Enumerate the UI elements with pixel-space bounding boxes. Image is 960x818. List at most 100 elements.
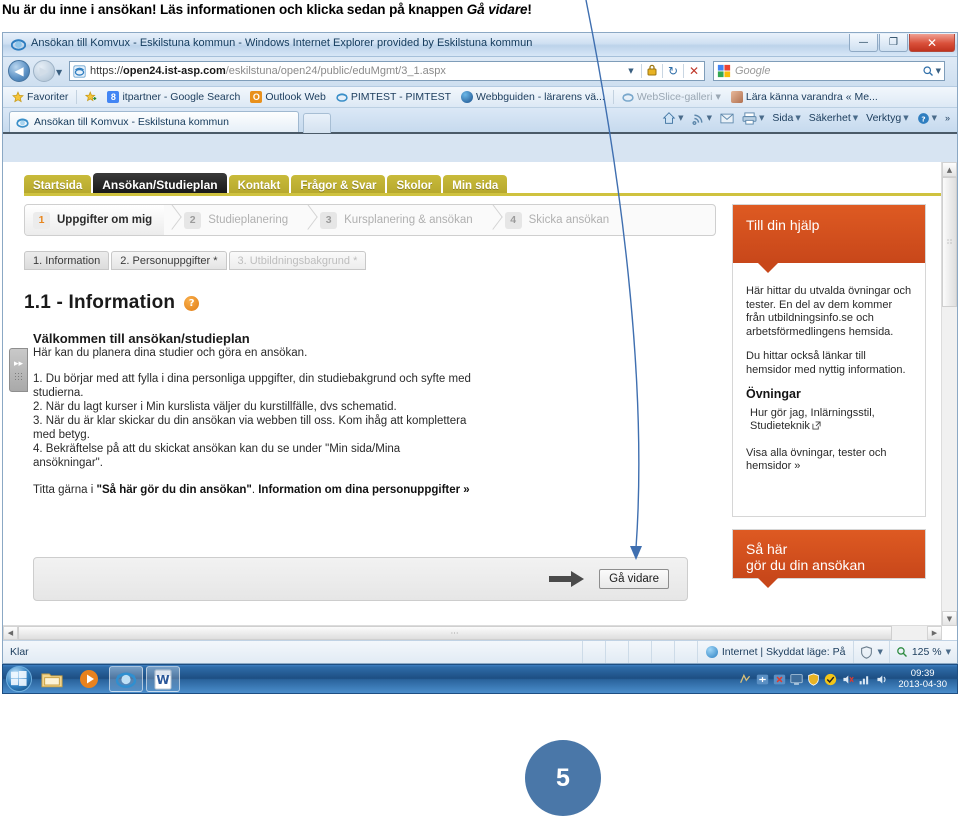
favorites-button[interactable]: Favoriter bbox=[7, 91, 73, 103]
home-button[interactable]: ▼ bbox=[659, 110, 686, 126]
all-exercises-link[interactable]: Visa alla övningar, tester och hemsidor … bbox=[746, 447, 913, 474]
feeds-button[interactable]: ▼ bbox=[689, 111, 715, 126]
add-favorite-button[interactable] bbox=[80, 91, 102, 103]
print-icon bbox=[742, 111, 757, 125]
recent-pages-caret-icon[interactable]: ▼ bbox=[56, 68, 62, 77]
chevron-down-icon[interactable]: ▼ bbox=[946, 648, 951, 656]
search-box[interactable]: Google ▼ bbox=[713, 61, 945, 81]
chevron-down-icon[interactable]: ▼ bbox=[759, 114, 764, 122]
wizard-step-4[interactable]: 4 Skicka ansökan bbox=[497, 205, 622, 235]
tray-sound-icon[interactable] bbox=[875, 673, 888, 686]
chevron-right-icon: ▶ bbox=[931, 629, 938, 637]
browser-title-bar: Ansökan till Komvux - Eskilstuna kommun … bbox=[3, 33, 957, 57]
horizontal-scrollbar[interactable]: ◀ ⋯ ▶ bbox=[3, 625, 942, 640]
tray-volume-mute-icon[interactable] bbox=[841, 673, 855, 686]
url-path: /eskilstuna/open24/public/eduMgmt/3_1.as… bbox=[225, 65, 446, 77]
globe-icon bbox=[705, 646, 718, 658]
tray-shield-icon[interactable] bbox=[807, 672, 820, 686]
tray-norton-icon[interactable] bbox=[824, 673, 837, 686]
favorite-item-2[interactable]: PIMTEST - PIMTEST bbox=[331, 91, 456, 103]
overflow-button[interactable]: » bbox=[942, 112, 953, 124]
search-icon[interactable] bbox=[922, 65, 934, 77]
step-item: 4. Bekräftelse på att du skickat ansökan… bbox=[33, 443, 401, 469]
sidebar-collapse-handle[interactable]: ▸▸ bbox=[9, 348, 28, 392]
tab-information[interactable]: 1. Information bbox=[24, 251, 110, 270]
chevron-down-icon[interactable]: ▼ bbox=[795, 114, 800, 122]
search-input[interactable]: Google bbox=[735, 65, 770, 77]
chevron-down-icon[interactable]: ▼ bbox=[707, 114, 712, 122]
page-menu[interactable]: Sida ▼ bbox=[769, 111, 803, 125]
forward-arrow-icon: ▶ bbox=[39, 64, 49, 78]
howto-panel[interactable]: Så här gör du din ansökan bbox=[732, 529, 926, 588]
wizard-step-3[interactable]: 3 Kursplanering & ansökan bbox=[312, 205, 485, 235]
favorite-item-5[interactable]: Lära känna varandra « Me... bbox=[726, 91, 883, 103]
sub-tab-bar: 1. Information 2. Personuppgifter * 3. U… bbox=[24, 251, 716, 270]
search-dropdown-icon[interactable]: ▼ bbox=[936, 67, 941, 75]
tab-personuppgifter[interactable]: 2. Personuppgifter * bbox=[111, 251, 227, 270]
mail-icon bbox=[720, 113, 734, 123]
taskbar-clock[interactable]: 09:39 2013-04-30 bbox=[892, 668, 953, 690]
security-lock-icon[interactable] bbox=[642, 64, 662, 79]
start-button[interactable] bbox=[6, 666, 32, 692]
taskbar-explorer[interactable] bbox=[35, 666, 69, 692]
welcome-subtext: Här kan du planera dina studier och göra… bbox=[33, 347, 308, 359]
taskbar-media-player[interactable] bbox=[72, 666, 106, 692]
tray-flag-icon[interactable] bbox=[739, 673, 752, 686]
tray-monitor-icon[interactable] bbox=[790, 673, 803, 686]
wizard-step-1[interactable]: 1 Uppgifter om mig bbox=[25, 205, 165, 235]
security-menu[interactable]: Säkerhet ▼ bbox=[806, 111, 861, 125]
forward-button[interactable]: ▶ bbox=[33, 60, 55, 82]
scroll-up-button[interactable]: ▲ bbox=[942, 162, 957, 177]
tab-label: 3. Utbildningsbakgrund * bbox=[237, 254, 358, 267]
minimize-button[interactable]: — bbox=[849, 34, 878, 52]
vertical-scrollbar[interactable]: ▲ ▼ bbox=[941, 162, 957, 626]
back-button[interactable]: ◀ bbox=[8, 60, 30, 82]
chevron-down-icon[interactable]: ▼ bbox=[715, 93, 720, 101]
security-zone[interactable]: Internet | Skyddat läge: På bbox=[696, 641, 854, 663]
mail-button[interactable] bbox=[717, 112, 737, 125]
tools-menu[interactable]: Verktyg ▼ bbox=[863, 111, 911, 125]
favorite-label: WebSlice-galleri bbox=[636, 91, 713, 103]
chevron-down-icon[interactable]: ▼ bbox=[903, 114, 908, 122]
scroll-right-button[interactable]: ▶ bbox=[927, 626, 942, 640]
new-tab-button[interactable] bbox=[303, 113, 331, 133]
clock-time: 09:39 bbox=[910, 668, 935, 679]
address-dropdown-icon[interactable]: ▼ bbox=[621, 67, 641, 75]
zoom-control[interactable]: 125 % ▼ bbox=[888, 641, 957, 663]
address-bar-tools: ▼ ↻ ✕ bbox=[621, 62, 704, 80]
help-button[interactable]: ? ▼ bbox=[914, 111, 940, 126]
taskbar-internet-explorer[interactable] bbox=[109, 666, 143, 692]
close-button[interactable]: ✕ bbox=[909, 34, 955, 52]
browser-tab[interactable]: Ansökan till Komvux - Eskilstuna kommun bbox=[9, 111, 299, 132]
wizard-step-2[interactable]: 2 Studieplanering bbox=[176, 205, 300, 235]
howto-link[interactable]: "Så här gör du din ansökan" bbox=[97, 484, 252, 496]
help-icon[interactable]: ? bbox=[184, 295, 200, 311]
personal-info-link[interactable]: Information om dina personuppgifter » bbox=[258, 484, 469, 496]
slide-heading-emphasis: Gå vidare bbox=[466, 2, 528, 17]
favorite-item-0[interactable]: 8 itpartner - Google Search bbox=[102, 91, 245, 103]
address-bar[interactable]: https://open24.ist-asp.com/eskilstuna/op… bbox=[69, 61, 705, 81]
tray-network-icon[interactable] bbox=[858, 673, 871, 686]
stop-button[interactable]: ✕ bbox=[684, 64, 704, 78]
status-text: Klar bbox=[10, 646, 29, 658]
favorite-item-1[interactable]: O Outlook Web bbox=[245, 91, 331, 103]
favorite-item-4[interactable]: WebSlice-galleri ▼ bbox=[617, 91, 726, 103]
print-button[interactable]: ▼ bbox=[739, 111, 767, 126]
vertical-scroll-thumb[interactable] bbox=[942, 177, 957, 307]
tray-network-error-icon[interactable] bbox=[773, 673, 786, 686]
chevron-down-icon[interactable]: ▼ bbox=[853, 114, 858, 122]
chevron-down-icon[interactable]: ▼ bbox=[678, 114, 683, 122]
taskbar-word[interactable]: W bbox=[146, 666, 180, 692]
chevron-down-icon[interactable]: ▼ bbox=[877, 648, 882, 656]
refresh-button[interactable]: ↻ bbox=[663, 64, 683, 78]
maximize-button[interactable]: ❐ bbox=[879, 34, 908, 52]
chevron-down-icon[interactable]: ▼ bbox=[932, 114, 937, 122]
scroll-down-button[interactable]: ▼ bbox=[942, 611, 957, 626]
tab-label: 2. Personuppgifter * bbox=[120, 254, 218, 267]
horizontal-scroll-thumb[interactable]: ⋯ bbox=[18, 626, 892, 640]
tray-action-center-icon[interactable] bbox=[756, 673, 769, 686]
favorite-item-3[interactable]: Webbguiden - lärarens vä... bbox=[456, 91, 610, 103]
scroll-left-button[interactable]: ◀ bbox=[3, 626, 18, 640]
next-button[interactable]: Gå vidare bbox=[599, 569, 669, 589]
protected-mode-indicator[interactable]: ▼ bbox=[853, 641, 888, 663]
